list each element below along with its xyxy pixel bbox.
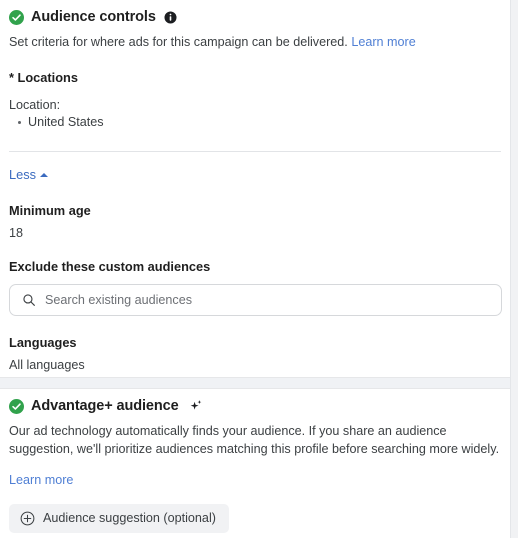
minimum-age-label: Minimum age	[9, 203, 91, 218]
learn-more-link[interactable]: Learn more	[351, 35, 415, 49]
description-text: Set criteria for where ads for this camp…	[9, 35, 348, 49]
green-check-circle-icon	[9, 398, 24, 414]
plus-circle-icon	[20, 511, 35, 525]
less-toggle[interactable]: Less	[9, 167, 49, 182]
green-check-circle-icon	[9, 9, 24, 25]
info-icon[interactable]	[164, 10, 177, 24]
caret-up-icon	[40, 172, 49, 177]
languages-label: Languages	[9, 335, 77, 350]
audience-suggestion-button[interactable]: Audience suggestion (optional)	[9, 503, 229, 533]
audience-suggestion-label: Audience suggestion (optional)	[43, 511, 216, 526]
locations-list: United States	[9, 114, 501, 131]
list-item: United States	[9, 114, 501, 131]
page-scroll-gutter[interactable]	[510, 0, 518, 538]
languages-value: All languages	[9, 358, 85, 372]
advantage-audience-title: Advantage+ audience	[31, 398, 179, 414]
page-title: Audience controls	[31, 9, 156, 25]
exclude-custom-audiences-label: Exclude these custom audiences	[9, 259, 211, 274]
minimum-age-value: 18	[9, 226, 24, 240]
advantage-audience-header: Advantage+ audience	[9, 389, 501, 414]
less-label: Less	[9, 167, 37, 182]
audience-controls-header: Audience controls	[9, 0, 501, 25]
audience-controls-card: Audience controls Set criteria for where…	[0, 0, 510, 378]
advantage-audience-description: Our ad technology automatically finds yo…	[9, 424, 500, 456]
audience-controls-description: Set criteria for where ads for this camp…	[9, 34, 501, 51]
section-divider	[9, 151, 501, 152]
advantage-learn-more-link[interactable]: Learn more	[9, 472, 73, 489]
audience-settings-page: Audience controls Set criteria for where…	[0, 0, 518, 538]
locations-label: * Locations	[9, 70, 78, 85]
search-input[interactable]	[45, 293, 489, 307]
sparkle-icon	[190, 400, 201, 410]
exclude-audiences-search-box[interactable]	[9, 284, 502, 316]
search-icon	[23, 294, 35, 306]
location-sublabel: Location:	[9, 98, 61, 112]
advantage-plus-audience-card: Advantage+ audience Our ad technology au…	[0, 388, 510, 538]
card-separator	[0, 378, 510, 388]
